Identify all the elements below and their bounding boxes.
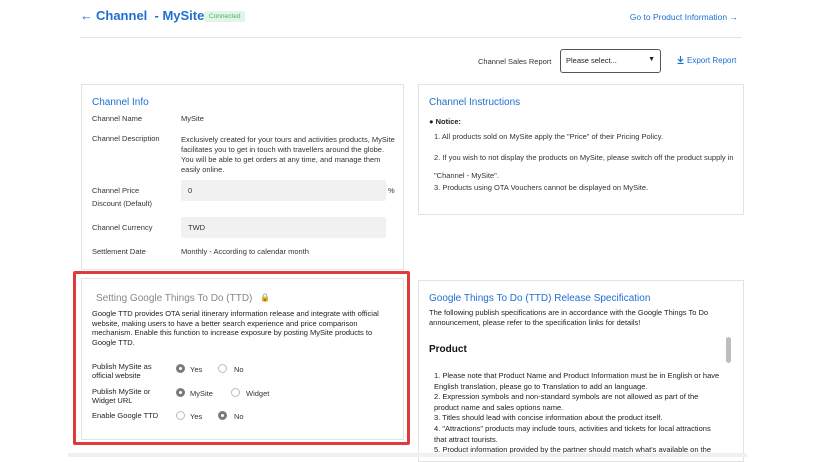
- page-header: ← Channel - MySite Connected Go to Produ…: [80, 6, 742, 28]
- instructions-title: Channel Instructions: [429, 97, 521, 108]
- page-title: Channel - MySite: [96, 8, 205, 23]
- channel-info-card: Channel Info Channel Name MySite Channel…: [81, 84, 404, 270]
- spec-item: 4. "Attractions" products may include to…: [434, 424, 711, 444]
- channel-instructions-card: Channel Instructions ● Notice: 1. All pr…: [418, 84, 744, 215]
- percent-unit: %: [388, 186, 395, 195]
- highlight-frame: [73, 271, 410, 445]
- settlement-date-label: Settlement Date: [92, 247, 146, 256]
- price-discount-input[interactable]: 0: [181, 180, 386, 201]
- product-heading: Product: [429, 344, 467, 355]
- ttd-specification-card: Google Things To Do (TTD) Release Specif…: [418, 280, 744, 462]
- sales-report-select[interactable]: Please select... ▼: [560, 49, 661, 73]
- sales-report-label: Channel Sales Report: [478, 57, 552, 66]
- price-discount-label-2: Discount (Default): [92, 199, 153, 208]
- select-value: Please select...: [566, 56, 617, 65]
- export-report-label: Export Report: [687, 56, 737, 65]
- back-arrow-icon[interactable]: ←: [80, 8, 93, 23]
- page-bottom-divider: [68, 453, 747, 457]
- chevron-down-icon: ▼: [648, 56, 655, 63]
- price-discount-label-1: Channel Price: [92, 186, 140, 195]
- goto-product-info-link[interactable]: Go to Product Information →: [630, 12, 738, 22]
- spec-item: 2. Expression symbols and non-standard s…: [434, 392, 699, 412]
- instruction-item: 3. Products using OTA Vouchers cannot be…: [434, 183, 649, 192]
- channel-description-label: Channel Description: [92, 134, 160, 143]
- channel-currency-label: Channel Currency: [92, 223, 153, 232]
- export-report-button[interactable]: Export Report: [677, 56, 736, 65]
- spec-item: 1. Please note that Product Name and Pro…: [434, 371, 720, 391]
- channel-info-title: Channel Info: [92, 97, 149, 108]
- instruction-item: 2. If you wish to not display the produc…: [434, 153, 734, 180]
- channel-name-label: Channel Name: [92, 114, 143, 123]
- status-badge: Connected: [204, 11, 246, 22]
- download-icon: [677, 56, 684, 65]
- spec-title: Google Things To Do (TTD) Release Specif…: [429, 293, 651, 304]
- scrollbar-thumb[interactable]: [726, 337, 731, 363]
- instruction-item: 1. All products sold on MySite apply the…: [434, 132, 664, 141]
- settlement-date-value: Monthly - According to calendar month: [181, 247, 309, 256]
- channel-name-value: MySite: [181, 114, 204, 123]
- spec-description: The following publish specifications are…: [429, 308, 709, 327]
- header-divider: [80, 37, 742, 38]
- channel-description-value: Exclusively created for your tours and a…: [181, 135, 395, 174]
- spec-item: 3. Titles should lead with concise infor…: [434, 413, 663, 422]
- channel-currency-field: TWD: [181, 217, 386, 238]
- notice-heading: ● Notice:: [429, 117, 462, 126]
